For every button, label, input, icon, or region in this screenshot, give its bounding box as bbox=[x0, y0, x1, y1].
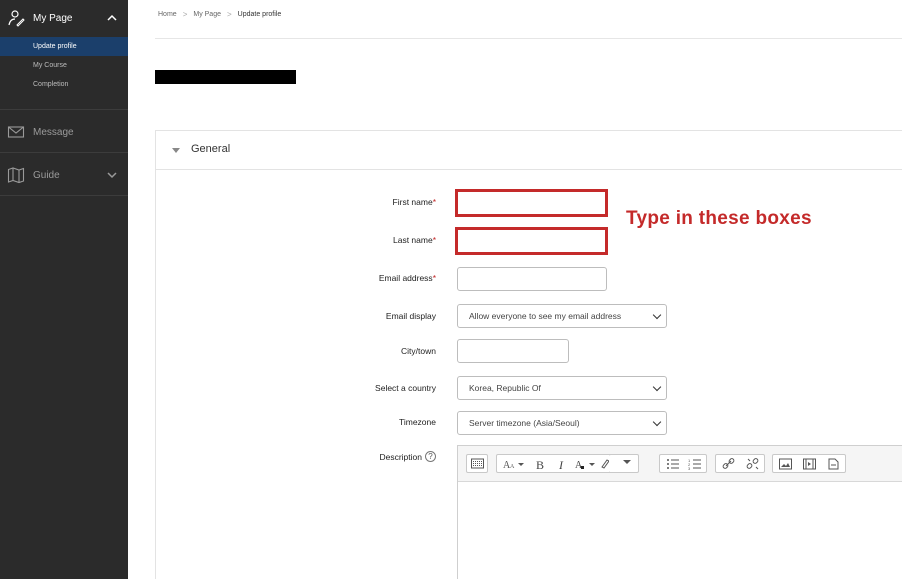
last-name-label: Last name* bbox=[316, 235, 436, 245]
city-input[interactable] bbox=[457, 339, 569, 363]
keyboard-icon bbox=[471, 458, 484, 469]
breadcrumb-separator: > bbox=[182, 10, 188, 19]
header-divider bbox=[155, 38, 902, 39]
email-display-value: Allow everyone to see my email address bbox=[469, 311, 622, 321]
description-label: Description bbox=[379, 452, 422, 462]
email-display-select[interactable]: Allow everyone to see my email address bbox=[457, 304, 667, 328]
bold-icon[interactable]: B bbox=[535, 458, 547, 470]
first-name-label-text: First name bbox=[392, 197, 433, 207]
timezone-value: Server timezone (Asia/Seoul) bbox=[469, 418, 580, 428]
required-mark: * bbox=[432, 273, 436, 283]
last-name-label-text: Last name bbox=[392, 235, 433, 245]
country-value: Korea, Republic Of bbox=[469, 383, 541, 393]
sidebar-divider bbox=[0, 195, 128, 196]
chevron-down-icon[interactable] bbox=[107, 170, 117, 180]
chevron-down-icon bbox=[652, 382, 662, 392]
sidebar-item-completion[interactable]: Completion bbox=[0, 75, 128, 94]
nav-my-page[interactable]: My Page bbox=[0, 0, 128, 36]
italic-icon[interactable]: I bbox=[557, 458, 569, 470]
timezone-label: Timezone bbox=[398, 417, 436, 427]
unlink-icon[interactable] bbox=[746, 458, 759, 470]
media-icon[interactable] bbox=[803, 458, 816, 470]
svg-text:3: 3 bbox=[688, 466, 691, 470]
email-label-text: Email address bbox=[378, 273, 433, 283]
file-icon[interactable] bbox=[827, 458, 840, 470]
font-color-icon[interactable]: A bbox=[575, 458, 599, 470]
email-input[interactable] bbox=[457, 267, 607, 291]
book-map-icon bbox=[7, 167, 25, 184]
sidebar-divider bbox=[0, 152, 128, 153]
annotation-text: Type in these boxes bbox=[626, 208, 812, 229]
sidebar-divider bbox=[0, 109, 128, 110]
sidebar: My Page Update profile My Course Complet… bbox=[0, 0, 128, 579]
first-name-input[interactable] bbox=[455, 189, 608, 217]
country-label: Select a country bbox=[375, 383, 436, 393]
email-label: Email address* bbox=[316, 273, 436, 283]
city-label: City/town bbox=[401, 346, 436, 356]
first-name-label: First name* bbox=[316, 197, 436, 207]
breadcrumb-my-page[interactable]: My Page bbox=[193, 11, 221, 18]
chevron-down-icon bbox=[652, 417, 662, 427]
link-icon[interactable] bbox=[722, 458, 735, 470]
redacted-page-title bbox=[155, 70, 296, 84]
breadcrumb-home[interactable]: Home bbox=[158, 11, 177, 18]
font-size-icon[interactable]: A A bbox=[503, 458, 527, 470]
sidebar-item-update-profile[interactable]: Update profile bbox=[0, 37, 128, 56]
breadcrumb-current: Update profile bbox=[237, 11, 282, 18]
text-format-group: A A B I A bbox=[496, 454, 612, 473]
breadcrumb-separator: > bbox=[226, 10, 232, 19]
toolbar-toggle-button[interactable] bbox=[466, 454, 488, 473]
help-icon[interactable]: ? bbox=[425, 451, 436, 462]
image-icon[interactable] bbox=[779, 458, 792, 470]
required-mark: * bbox=[432, 235, 436, 245]
nav-message[interactable]: Message bbox=[0, 114, 128, 150]
section-header[interactable]: General bbox=[156, 131, 902, 170]
country-select[interactable]: Korea, Republic Of bbox=[457, 376, 667, 400]
envelope-icon bbox=[7, 126, 25, 138]
section-title: General bbox=[191, 143, 231, 155]
editor-toolbar: A A B I A 1 2 3 bbox=[458, 446, 902, 482]
nav-guide[interactable]: Guide bbox=[0, 157, 128, 193]
highlight-dropdown[interactable] bbox=[609, 454, 639, 473]
unordered-list-icon[interactable] bbox=[666, 458, 680, 470]
breadcrumb: Home > My Page > Update profile bbox=[158, 10, 281, 19]
collapse-triangle-icon[interactable] bbox=[172, 148, 180, 153]
sidebar-item-my-course[interactable]: My Course bbox=[0, 56, 128, 75]
svg-text:B: B bbox=[536, 458, 544, 470]
ordered-list-icon[interactable]: 1 2 3 bbox=[688, 458, 702, 470]
chevron-down-icon bbox=[623, 460, 631, 464]
required-mark: * bbox=[432, 197, 436, 207]
nav-my-page-label: My Page bbox=[33, 12, 73, 24]
nav-message-label: Message bbox=[33, 126, 74, 138]
svg-text:A: A bbox=[510, 464, 515, 470]
nav-guide-label: Guide bbox=[33, 169, 60, 181]
description-editor[interactable]: A A B I A 1 2 3 bbox=[457, 445, 902, 579]
email-display-label: Email display bbox=[385, 311, 436, 321]
link-group bbox=[715, 454, 765, 473]
svg-text:I: I bbox=[558, 458, 564, 470]
timezone-select[interactable]: Server timezone (Asia/Seoul) bbox=[457, 411, 667, 435]
last-name-input[interactable] bbox=[455, 227, 608, 255]
chevron-up-icon[interactable] bbox=[107, 13, 117, 23]
list-group: 1 2 3 bbox=[659, 454, 707, 473]
person-icon bbox=[8, 10, 25, 27]
chevron-down-icon bbox=[652, 310, 662, 320]
media-group bbox=[772, 454, 846, 473]
